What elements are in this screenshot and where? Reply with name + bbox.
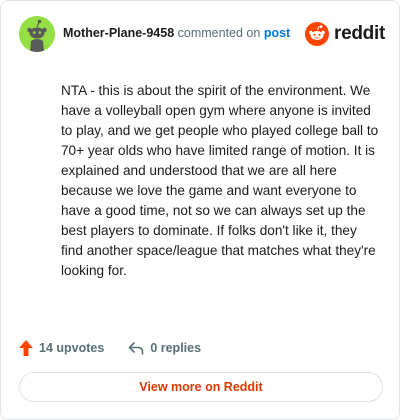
comment-header: Mother-Plane-9458 commented on post redd… <box>19 16 385 52</box>
snoo-avatar-icon[interactable] <box>19 16 55 52</box>
comment-body: NTA - this is about the spirit of the en… <box>61 83 379 278</box>
upvote-arrow-icon <box>19 340 33 356</box>
upvote-control[interactable]: 14 upvotes <box>19 340 104 356</box>
reddit-logo-icon <box>305 22 330 46</box>
view-more-button[interactable]: View more on Reddit <box>19 372 383 402</box>
comment-embed-card: Mother-Plane-9458 commented on post redd… <box>0 0 400 420</box>
reply-arrow-icon <box>129 342 144 355</box>
reply-control[interactable]: 0 replies <box>128 341 201 355</box>
reply-count: 0 replies <box>150 341 202 355</box>
comment-meta: Mother-Plane-9458 commented on post <box>63 26 290 40</box>
username-link[interactable]: Mother-Plane-9458 <box>63 26 174 40</box>
upvote-count: 14 upvotes <box>39 341 105 355</box>
post-link[interactable]: post <box>264 26 290 40</box>
comment-footer: 14 upvotes 0 replies <box>19 337 379 359</box>
reddit-wordmark: reddit <box>334 23 385 44</box>
reddit-logo[interactable]: reddit <box>305 22 385 46</box>
action-text: commented on <box>177 26 261 40</box>
